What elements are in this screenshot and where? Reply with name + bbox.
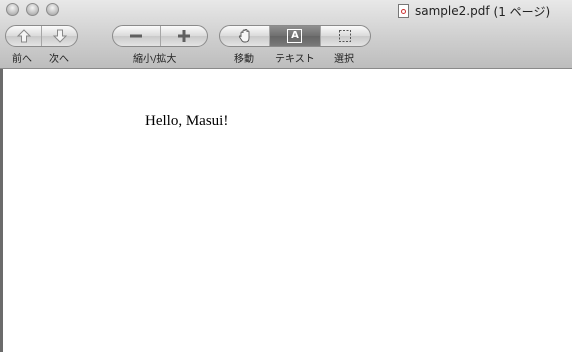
move-label: 移動 (234, 54, 254, 65)
zoom-label: 縮小/拡大 (133, 54, 177, 65)
zoom-in-button[interactable] (159, 26, 208, 46)
text-tool-button[interactable]: A (269, 26, 320, 46)
zoom-control (112, 25, 208, 47)
document-view[interactable] (0, 69, 572, 352)
page-edge (0, 69, 3, 352)
select-label: 選択 (334, 54, 354, 65)
page-info: (1 ページ) (493, 4, 551, 19)
preview-window: sample2.pdf (1 ページ) 前へ 次へ 縮小/拡大 A 移動 テキス… (0, 0, 572, 352)
toolbar: sample2.pdf (1 ページ) 前へ 次へ 縮小/拡大 A 移動 テキス… (0, 0, 572, 69)
window-title: sample2.pdf (1 ページ) (398, 2, 550, 20)
text-label: テキスト (275, 54, 315, 65)
hand-icon (238, 29, 250, 43)
move-tool-button[interactable] (220, 26, 269, 46)
next-label: 次へ (49, 54, 69, 65)
selection-marquee-icon (339, 30, 352, 42)
pdf-document-icon (398, 4, 409, 18)
file-name: sample2.pdf (415, 4, 490, 18)
next-page-button[interactable] (41, 26, 77, 46)
zoom-window-button[interactable] (46, 3, 59, 16)
zoom-out-icon (130, 34, 143, 38)
next-arrow-down-icon (52, 29, 67, 43)
minimize-window-button[interactable] (26, 3, 39, 16)
zoom-out-button[interactable] (113, 26, 160, 46)
document-text[interactable]: Hello, Masui! (145, 113, 228, 130)
prev-arrow-up-icon (16, 29, 31, 43)
previous-label: 前へ (12, 54, 32, 65)
text-tool-icon: A (287, 29, 303, 43)
previous-page-button[interactable] (6, 26, 41, 46)
page-navigation-control (5, 25, 78, 47)
close-window-button[interactable] (6, 3, 19, 16)
select-tool-button[interactable] (319, 26, 370, 46)
zoom-in-icon (177, 30, 190, 42)
tool-mode-control: A (219, 25, 371, 47)
